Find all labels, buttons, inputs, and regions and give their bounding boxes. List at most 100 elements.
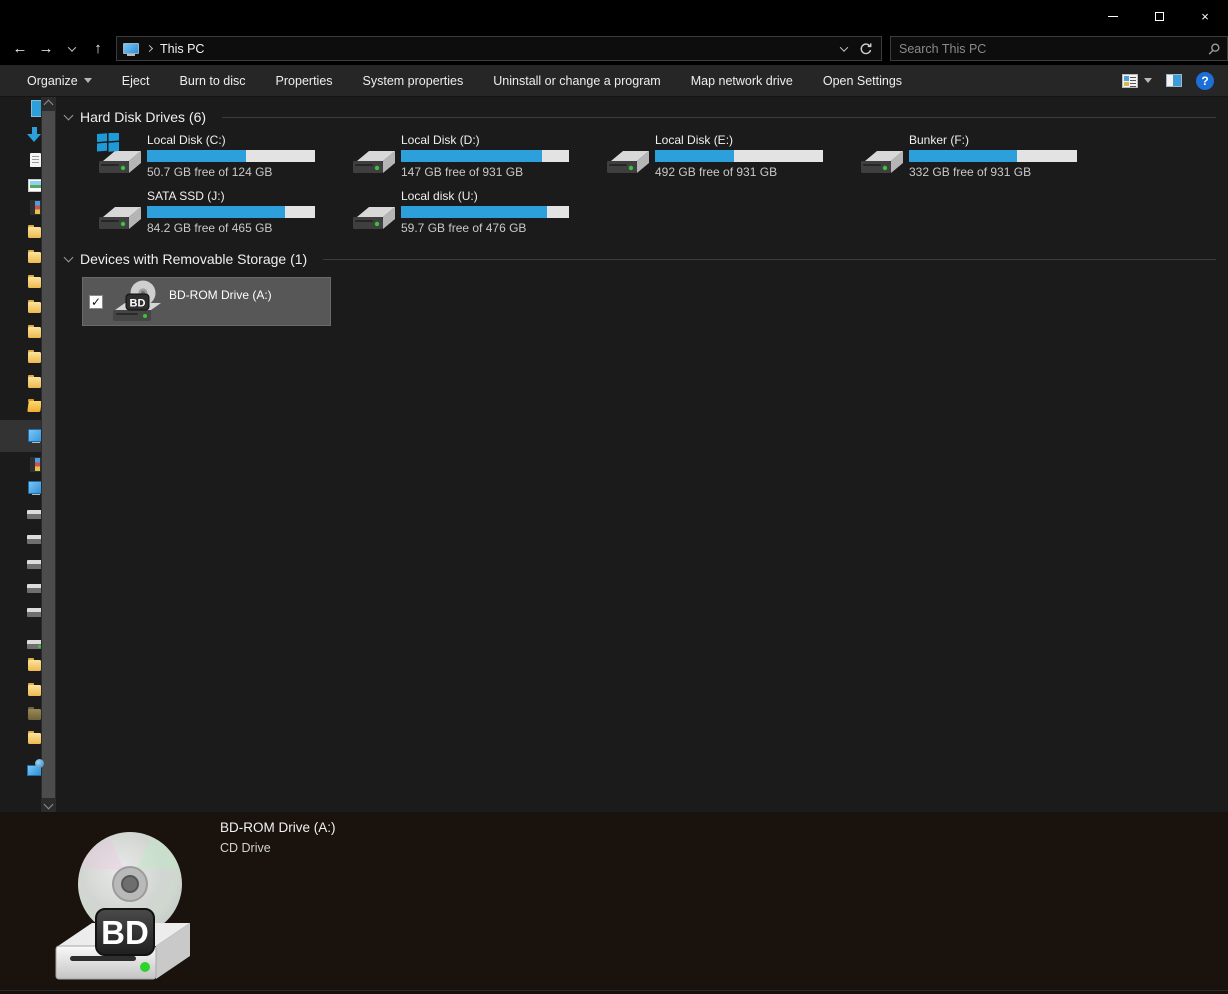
- scroll-up-icon[interactable]: [43, 99, 54, 110]
- window-controls: ×: [1090, 0, 1228, 32]
- organize-button[interactable]: Organize: [12, 65, 107, 96]
- file-explorer-window: × ← → ↑ This PC Search This PC Organize …: [0, 0, 1228, 994]
- section-removable-storage[interactable]: Devices with Removable Storage (1): [63, 251, 1228, 267]
- bd-rom-drive-tile[interactable]: ✓ BD BD-ROM Drive (A:): [82, 277, 331, 326]
- capacity-bar: [147, 150, 315, 162]
- drive-name[interactable]: Bunker (F:): [909, 133, 1111, 147]
- view-mode-icon: [1122, 73, 1138, 88]
- forward-button[interactable]: →: [34, 37, 58, 61]
- drive-tile-f[interactable]: Bunker (F:) 332 GB free of 931 GB: [857, 133, 1111, 179]
- bd-rom-drive-icon: BD: [113, 280, 161, 321]
- recent-locations-button[interactable]: [60, 37, 84, 61]
- system-properties-button[interactable]: System properties: [348, 65, 479, 96]
- back-button[interactable]: ←: [8, 37, 32, 61]
- search-box[interactable]: [890, 36, 1228, 61]
- toolbar-right-icons: ?: [1122, 71, 1220, 90]
- navigation-pane: [0, 97, 57, 812]
- drive-info: Local disk (U:) 59.7 GB free of 476 GB: [401, 189, 603, 235]
- capacity-bar-fill: [401, 150, 543, 162]
- refresh-button[interactable]: [855, 38, 877, 60]
- up-button[interactable]: ↑: [86, 37, 110, 61]
- address-bar[interactable]: This PC: [116, 36, 882, 61]
- selected-item-icon: BD: [48, 826, 198, 991]
- uninstall-program-button[interactable]: Uninstall or change a program: [478, 65, 675, 96]
- section-title[interactable]: Hard Disk Drives (6): [80, 109, 206, 125]
- drive-name[interactable]: SATA SSD (J:): [147, 189, 349, 203]
- details-subtitle: CD Drive: [220, 841, 271, 855]
- explorer-body: Hard Disk Drives (6) Local Disk (C:) 50.…: [0, 97, 1228, 812]
- sidebar-scrollbar[interactable]: [41, 97, 56, 812]
- command-toolbar: Organize Eject Burn to disc Properties S…: [0, 65, 1228, 97]
- drive-icon: [95, 189, 147, 238]
- drive-icon: [95, 133, 147, 182]
- navigation-bar: ← → ↑ This PC: [0, 32, 1228, 65]
- properties-button[interactable]: Properties: [261, 65, 348, 96]
- breadcrumb-chevron-icon[interactable]: [145, 44, 154, 53]
- drive-free-space: 147 GB free of 931 GB: [401, 165, 524, 179]
- hard-drive-icon: [861, 151, 903, 173]
- drive-name[interactable]: Local Disk (E:): [655, 133, 857, 147]
- drive-name[interactable]: Local Disk (C:): [147, 133, 349, 147]
- collapse-chevron-icon[interactable]: [63, 252, 74, 263]
- titlebar[interactable]: ×: [0, 0, 1228, 32]
- chevron-down-icon: [1144, 78, 1152, 83]
- capacity-bar-fill: [909, 150, 1017, 162]
- chevron-down-icon: [83, 78, 92, 83]
- drive-tile-u[interactable]: Local disk (U:) 59.7 GB free of 476 GB: [349, 189, 603, 235]
- map-network-drive-button[interactable]: Map network drive: [676, 65, 808, 96]
- drive-tile-j[interactable]: SATA SSD (J:) 84.2 GB free of 465 GB: [95, 189, 349, 235]
- drive-tile-c[interactable]: Local Disk (C:) 50.7 GB free of 124 GB: [95, 133, 349, 179]
- drive-icon: [857, 133, 909, 182]
- capacity-bar-fill: [655, 150, 734, 162]
- collapse-chevron-icon[interactable]: [63, 110, 74, 121]
- eject-button[interactable]: Eject: [107, 65, 165, 96]
- change-view-button[interactable]: [1122, 73, 1152, 88]
- scroll-down-icon[interactable]: [43, 799, 54, 810]
- scrollbar-thumb[interactable]: [42, 111, 55, 798]
- details-pane: BD BD-ROM Drive (A:) CD Drive: [0, 812, 1228, 990]
- close-icon: ×: [1201, 8, 1209, 24]
- minimize-button[interactable]: [1090, 0, 1136, 32]
- bd-badge-text: BD: [130, 297, 146, 309]
- view-mode-lines-icon: [1130, 76, 1136, 87]
- nav-buttons: ← → ↑: [0, 37, 116, 61]
- search-input[interactable]: [899, 41, 1207, 56]
- drive-name[interactable]: Local Disk (D:): [401, 133, 603, 147]
- hard-drive-icon: [353, 207, 395, 229]
- chevron-down-icon: [839, 42, 849, 52]
- section-hard-disk-drives[interactable]: Hard Disk Drives (6): [63, 109, 1228, 125]
- drive-info: Bunker (F:) 332 GB free of 931 GB: [909, 133, 1111, 179]
- drive-name[interactable]: Local disk (U:): [401, 189, 603, 203]
- chevron-down-icon: [67, 42, 77, 52]
- details-title: BD-ROM Drive (A:): [220, 820, 336, 835]
- drive-free-space: 50.7 GB free of 124 GB: [147, 165, 273, 179]
- drive-info: Local Disk (C:) 50.7 GB free of 124 GB: [147, 133, 349, 179]
- minimize-icon: [1108, 15, 1118, 17]
- address-dropdown-button[interactable]: [833, 38, 855, 60]
- capacity-bar: [909, 150, 1077, 162]
- help-button[interactable]: ?: [1196, 71, 1214, 90]
- preview-pane-button[interactable]: [1166, 74, 1182, 87]
- item-checkbox[interactable]: ✓: [89, 294, 103, 309]
- drive-tile-d[interactable]: Local Disk (D:) 147 GB free of 931 GB: [349, 133, 603, 179]
- organize-label: Organize: [27, 73, 78, 88]
- capacity-bar: [147, 206, 315, 218]
- open-settings-button[interactable]: Open Settings: [808, 65, 917, 96]
- capacity-bar: [655, 150, 823, 162]
- breadcrumb-location[interactable]: This PC: [160, 42, 204, 56]
- bd-rom-large-icon: BD: [55, 832, 190, 980]
- maximize-button[interactable]: [1136, 0, 1182, 32]
- section-divider: [323, 258, 1216, 260]
- capacity-bar: [401, 206, 569, 218]
- burn-to-disc-button[interactable]: Burn to disc: [165, 65, 261, 96]
- search-icon[interactable]: [1207, 42, 1221, 56]
- this-pc-icon: [123, 43, 139, 56]
- section-divider: [222, 116, 1216, 118]
- removable-item-name[interactable]: BD-ROM Drive (A:): [169, 288, 272, 302]
- drive-free-space: 59.7 GB free of 476 GB: [401, 221, 527, 235]
- hard-drive-icon: [607, 151, 649, 173]
- close-button[interactable]: ×: [1182, 0, 1228, 32]
- refresh-icon: [860, 42, 872, 54]
- drive-tile-e[interactable]: Local Disk (E:) 492 GB free of 931 GB: [603, 133, 857, 179]
- section-title[interactable]: Devices with Removable Storage (1): [80, 251, 307, 267]
